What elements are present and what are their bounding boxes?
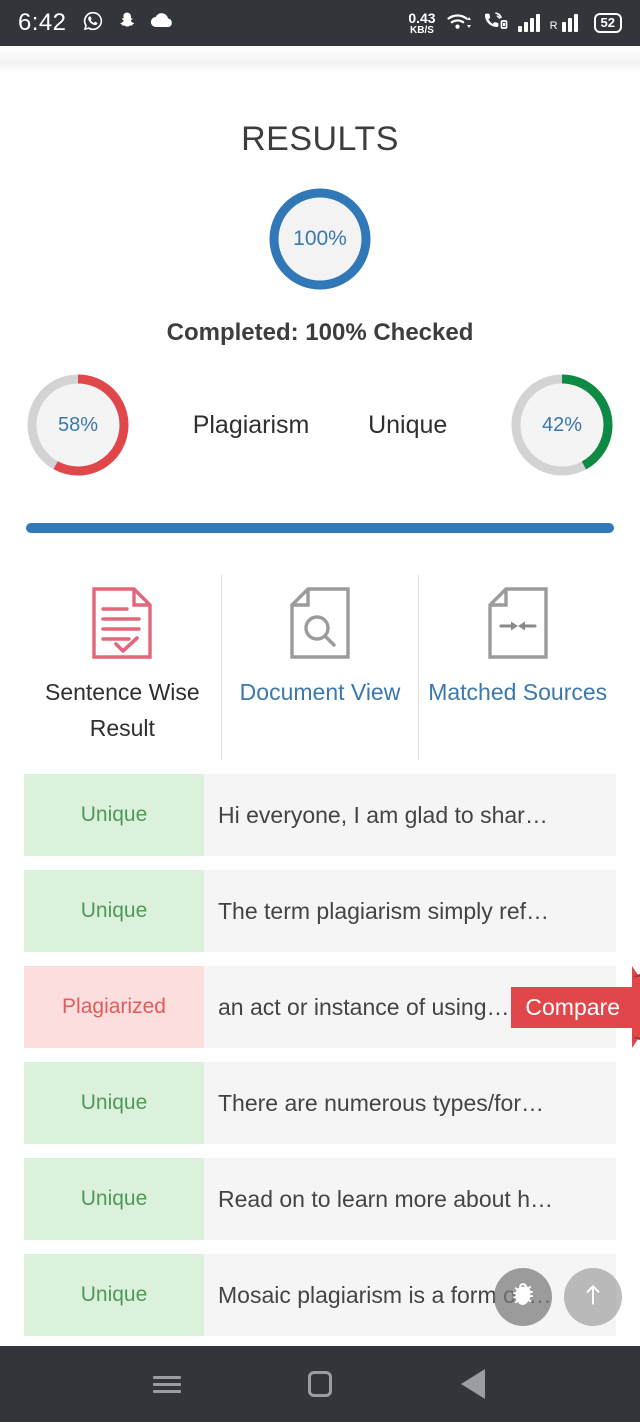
status-badge: Unique <box>24 1158 204 1241</box>
top-gradient-band <box>0 46 640 73</box>
plagiarism-gauge-value: 58% <box>57 413 99 436</box>
signal-icon <box>517 14 540 32</box>
status-bar: 6:42 0.43 KB/S R 52 <box>0 0 640 46</box>
progress-bar <box>26 523 614 533</box>
status-badge: Unique <box>24 1254 204 1337</box>
android-navigation-bar <box>0 1346 640 1422</box>
sentence-text: There are numerous types/for… <box>218 1089 544 1116</box>
table-row[interactable]: Unique There are numerous types/for… <box>24 1062 616 1145</box>
compare-button-arrow <box>632 966 640 1049</box>
back-button[interactable] <box>443 1354 503 1414</box>
document-search-icon <box>289 583 351 663</box>
scroll-to-top-button[interactable] <box>564 1268 622 1326</box>
network-speed-indicator: 0.43 KB/S <box>408 11 435 36</box>
compare-button[interactable]: Compare <box>511 966 640 1049</box>
document-check-icon <box>91 583 153 663</box>
battery-indicator: 52 <box>593 13 622 33</box>
tab-document-view[interactable]: Document View <box>220 575 419 761</box>
completion-gauge-value: 100% <box>293 227 347 250</box>
arrow-up-icon <box>580 1282 606 1313</box>
completion-gauge-wrap: 100% <box>0 183 640 295</box>
unique-gauge-value: 42% <box>541 413 583 436</box>
table-row[interactable]: Unique The term plagiarism simply ref… <box>24 870 616 953</box>
table-row[interactable]: Unique Read on to learn more about h… <box>24 1158 616 1241</box>
table-row[interactable]: Plagiarized an act or instance of using…… <box>24 966 640 1049</box>
bug-report-button[interactable] <box>494 1268 552 1326</box>
completion-gauge: 100% <box>264 183 376 295</box>
sentence-text: Hi everyone, I am glad to shar… <box>218 801 548 828</box>
page-title: RESULTS <box>241 120 399 158</box>
plagiarism-gauge: 58% <box>22 369 134 481</box>
signal-roaming-icon: R <box>550 14 584 32</box>
snapchat-icon <box>117 10 137 37</box>
wifi-icon <box>446 11 472 36</box>
sentence-results-list: Unique Hi everyone, I am glad to shar… U… <box>0 774 640 1337</box>
status-badge: Unique <box>24 774 204 857</box>
triangle-back-icon <box>461 1369 486 1399</box>
status-badge: Unique <box>24 870 204 953</box>
results-page: RESULTS 100% Completed: 100% Checked 58%… <box>0 73 640 1350</box>
unique-gauge: 42% <box>506 369 618 481</box>
floating-action-buttons <box>494 1268 622 1326</box>
status-right-icons: 0.43 KB/S R 52 <box>408 11 622 36</box>
status-badge: Plagiarized <box>24 966 204 1049</box>
roaming-label: R <box>549 20 558 32</box>
compare-fold-bottom <box>632 1037 640 1049</box>
score-gauges: 58% Plagiarism Unique 42% <box>0 369 640 481</box>
tab-matched-sources[interactable]: Matched Sources <box>418 575 616 761</box>
status-left-icons <box>82 10 174 37</box>
tab-label-document-view: Document View <box>239 679 401 705</box>
compare-button-label: Compare <box>511 986 632 1028</box>
view-tabs: Sentence Wise Result Document View Match… <box>0 575 640 761</box>
completed-status-text: Completed: 100% Checked <box>166 319 474 346</box>
home-button[interactable] <box>290 1354 350 1414</box>
tab-sentence-wise-result[interactable]: Sentence Wise Result <box>24 575 221 760</box>
table-row[interactable]: Unique Hi everyone, I am glad to shar… <box>24 774 616 857</box>
tab-label-sentence-wise-result: Sentence Wise Result <box>44 679 200 741</box>
volte-call-icon <box>482 11 508 36</box>
unique-label: Unique <box>368 410 448 439</box>
square-icon <box>307 1371 332 1397</box>
whatsapp-icon <box>82 10 104 37</box>
compare-fold-top <box>632 966 640 978</box>
sentence-text: Read on to learn more about h… <box>218 1185 553 1212</box>
document-arrows-icon <box>487 583 549 663</box>
hamburger-icon <box>152 1372 181 1397</box>
recents-button[interactable] <box>137 1354 197 1414</box>
tab-label-matched-sources: Matched Sources <box>428 679 608 705</box>
progress-bar-wrap <box>0 523 640 533</box>
cloud-icon <box>150 12 174 34</box>
plagiarism-label: Plagiarism <box>192 410 310 439</box>
network-speed-value: 0.43 <box>408 9 436 26</box>
status-time: 6:42 <box>18 9 67 36</box>
status-badge: Unique <box>24 1062 204 1145</box>
network-speed-unit: KB/S <box>410 24 434 36</box>
bug-icon <box>508 1280 538 1315</box>
sentence-text: The term plagiarism simply ref… <box>218 897 550 924</box>
